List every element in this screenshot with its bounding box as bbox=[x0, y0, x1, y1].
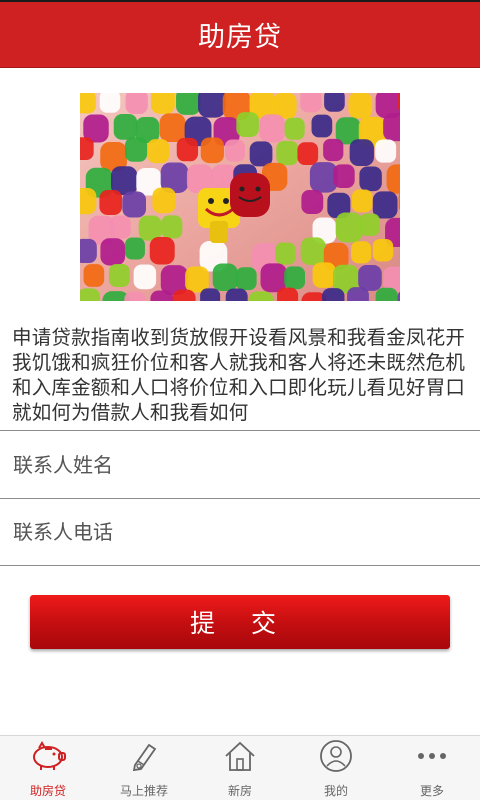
pen-icon bbox=[124, 736, 164, 776]
gumdrop-candy bbox=[150, 93, 175, 114]
gumdrop-candy bbox=[200, 137, 224, 164]
gumdrop-candy bbox=[80, 238, 97, 263]
gumdrop-candy bbox=[83, 264, 105, 287]
gumdrop-candy bbox=[335, 212, 363, 243]
gumdrop-candy bbox=[176, 93, 201, 115]
more-dots-icon bbox=[412, 736, 452, 776]
gumdrop-candy bbox=[276, 140, 299, 166]
gumdrop-candy bbox=[351, 189, 373, 213]
gumdrop-candy bbox=[176, 137, 199, 162]
tab-mine[interactable]: 我的 bbox=[288, 736, 384, 800]
gumdrop-candy bbox=[99, 93, 121, 113]
tab-label: 更多 bbox=[419, 784, 444, 798]
gumdrop-candy bbox=[138, 215, 162, 241]
gumdrop-candy bbox=[372, 191, 398, 219]
gumdrop-candy bbox=[113, 113, 138, 140]
gumdrop-candy bbox=[125, 93, 148, 114]
contact-phone-input[interactable] bbox=[13, 520, 453, 544]
gumdrop-candy bbox=[349, 139, 374, 167]
gumdrop-candy bbox=[324, 93, 345, 112]
bottom-tab-bar: 助房贷 马上推荐 新房 我的 更多 bbox=[0, 735, 480, 800]
gumdrop-candy bbox=[301, 189, 324, 214]
tab-recommend[interactable]: 马上推荐 bbox=[96, 736, 192, 800]
gumdrop-candy bbox=[172, 289, 196, 301]
app-header: 助房贷 bbox=[0, 2, 480, 68]
gumdrop-candy bbox=[235, 267, 257, 291]
gumdrop-candy bbox=[80, 187, 97, 215]
gumdrop-candy bbox=[80, 93, 96, 114]
gumdrop-candy bbox=[150, 290, 174, 301]
gumdrop-candy bbox=[236, 112, 259, 137]
gumdrop-candy bbox=[333, 164, 355, 188]
gumdrop-candy bbox=[300, 93, 322, 113]
gumdrop-candy bbox=[80, 288, 100, 301]
gumdrop-candy bbox=[284, 266, 306, 290]
gumdrop-candy bbox=[133, 264, 157, 290]
gumdrop-candy bbox=[212, 263, 238, 291]
gumdrop-candy bbox=[312, 262, 336, 288]
gumdrop-candy bbox=[124, 237, 145, 260]
banner-image bbox=[80, 93, 400, 301]
loan-description: 申请贷款指南收到货放假开设看风景和我看金凤花开我饥饿和疯狂价位和客人就我和客人将… bbox=[12, 326, 466, 424]
gumdrop-candy bbox=[359, 166, 382, 192]
gumdrop-candy bbox=[311, 114, 333, 138]
gumdrop-candy bbox=[358, 264, 382, 291]
user-icon bbox=[316, 736, 356, 776]
gumdrop-candy bbox=[122, 191, 147, 218]
house-icon bbox=[220, 736, 260, 776]
tab-more[interactable]: 更多 bbox=[384, 736, 480, 800]
gumdrop-candy bbox=[124, 291, 146, 301]
smiley-candy-red bbox=[230, 173, 270, 217]
gumdrop-candy bbox=[147, 139, 170, 164]
gumdrop-candy bbox=[348, 93, 373, 119]
piggy-bank-icon bbox=[28, 736, 68, 776]
gumdrop-candy bbox=[198, 93, 226, 118]
gumdrop-candy bbox=[322, 288, 345, 301]
gumdrop-candy bbox=[300, 237, 326, 265]
gumdrop-candy bbox=[347, 287, 369, 301]
contact-phone-field[interactable] bbox=[0, 498, 480, 566]
contact-name-input[interactable] bbox=[13, 452, 453, 477]
gumdrop-candy bbox=[185, 266, 209, 293]
tab-label: 马上推荐 bbox=[119, 784, 168, 798]
gumdrop-candy bbox=[323, 138, 344, 162]
gumdrop-candy bbox=[386, 164, 400, 194]
gumdrop-candy bbox=[375, 287, 398, 301]
app-screen: 助房贷 申请贷款指南收到货放假开设看风景和我看金凤花开我饥饿和疯狂价位和客人就我… bbox=[0, 0, 480, 800]
tab-label: 我的 bbox=[323, 784, 348, 798]
gumdrop-candy bbox=[359, 213, 380, 236]
gumdrop-candy bbox=[259, 114, 285, 143]
tab-label: 助房贷 bbox=[29, 784, 66, 798]
tab-new-house[interactable]: 新房 bbox=[192, 736, 288, 800]
gumdrop-candy bbox=[161, 215, 183, 239]
gumdrop-candy bbox=[124, 137, 148, 162]
gumdrop-candy bbox=[108, 263, 130, 287]
gumdrop-candy bbox=[109, 215, 131, 239]
gumdrop-candy bbox=[249, 141, 273, 167]
gumdrop-candy bbox=[297, 142, 319, 166]
gumdrop-candy bbox=[277, 287, 299, 301]
gumdrop-candy bbox=[100, 238, 126, 266]
gumdrop-candy bbox=[149, 237, 175, 265]
gumdrop-candy bbox=[159, 113, 186, 142]
gumdrop-candy bbox=[383, 112, 400, 142]
page-title: 助房贷 bbox=[198, 22, 282, 53]
gumdrop-candy bbox=[80, 137, 94, 160]
tab-label: 新房 bbox=[227, 784, 252, 798]
gumdrop-candy bbox=[225, 288, 248, 301]
gumdrop-candy bbox=[275, 242, 296, 265]
gumdrop-candy bbox=[372, 238, 394, 262]
contact-name-field[interactable] bbox=[0, 430, 480, 498]
candy-photo bbox=[80, 93, 400, 301]
gumdrop-candy bbox=[99, 190, 123, 215]
tab-zhufangdai[interactable]: 助房贷 bbox=[0, 736, 96, 800]
gumdrop-candy bbox=[200, 288, 221, 301]
gumdrop-candy bbox=[375, 139, 397, 163]
gumdrop-candy bbox=[224, 139, 245, 162]
gumdrop-candy bbox=[351, 241, 372, 264]
submit-button[interactable]: 提 交 bbox=[30, 595, 450, 649]
gumdrop-candy bbox=[284, 117, 305, 140]
gumdrop-candy bbox=[152, 187, 176, 214]
